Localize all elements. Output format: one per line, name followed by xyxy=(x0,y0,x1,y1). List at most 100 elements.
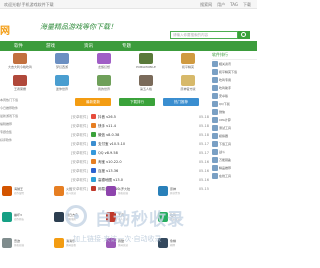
item-name[interactable]: 高德地图 v13.0 xyxy=(98,178,123,183)
tab-label: 热门推荐 xyxy=(174,100,188,104)
module-card[interactable]: 龙族幻想 xyxy=(84,51,124,73)
sidebar-item[interactable]: 模拟器 xyxy=(212,132,257,140)
module-thumbnail xyxy=(55,75,69,86)
tab-bar: 最新更新 下载排行 热门推荐 xyxy=(75,98,209,106)
sidebar-item[interactable]: 相关资讯 xyxy=(212,60,257,68)
app-icon xyxy=(91,141,96,146)
module-thumbnail xyxy=(13,53,27,64)
left-list-item[interactable]: 最新游戏下载 xyxy=(0,114,70,122)
list-item[interactable]: [安卓软件] 百度 v13.36 05-16 xyxy=(71,167,209,176)
app-icon xyxy=(91,177,96,182)
module-label: PUBGMOBILE xyxy=(136,65,156,69)
sidebar-item[interactable]: 测试工具 xyxy=(212,124,257,132)
sidebar-item[interactable]: 下载工具 xyxy=(212,140,257,148)
list-item[interactable]: [安卓软件] 支付宝 v10.5.10 05-17 xyxy=(71,140,209,149)
app-icon xyxy=(91,114,96,119)
module-card[interactable]: 和平精英 xyxy=(168,51,208,73)
list-item[interactable]: [安卓软件] 淘宝 v10.22.0 05-16 xyxy=(71,158,209,167)
sidebar-item[interactable]: 战斗 xyxy=(212,148,257,156)
module-thumbnail xyxy=(181,53,195,64)
module-card[interactable]: PUBGMOBILE xyxy=(126,51,166,73)
list-item[interactable]: [安卓软件] QQ v8.9.58 05-17 xyxy=(71,149,209,158)
welcome-text: 欢迎光临!手机游戏软件下载 xyxy=(4,2,54,7)
module-thumbnail xyxy=(139,75,153,86)
sidebar-item[interactable]: 万能钥匙 xyxy=(212,156,257,164)
search-icon xyxy=(241,32,246,37)
tab-recommend[interactable]: 热门推荐 xyxy=(163,98,199,106)
app-desc: 动作射击 xyxy=(14,218,25,221)
sidebar-thumbnail-icon xyxy=(212,77,218,83)
left-list-item[interactable]: 好评软件 xyxy=(0,138,70,146)
tab-latest[interactable]: 最新更新 xyxy=(75,98,111,106)
app-card[interactable]: 崩坏3 动作射击 xyxy=(0,211,40,231)
sidebar-item[interactable]: 精品推荐 xyxy=(212,164,257,172)
sidebar-item[interactable]: 微信 xyxy=(212,108,257,116)
app-card[interactable]: 奇迹 角色扮演 xyxy=(0,237,40,257)
sidebar-item[interactable]: 在线工具 xyxy=(212,172,257,180)
left-list-item[interactable]: 本周热门下载 xyxy=(0,98,70,106)
app-card[interactable]: 斗罗大陆 角色扮演 xyxy=(104,185,144,205)
item-date: 05-18 xyxy=(198,124,209,128)
item-name[interactable]: 支付宝 v10.5.10 xyxy=(98,142,125,147)
app-desc: 开放世界 xyxy=(170,192,181,195)
sidebar-item[interactable]: 吃鸡助手 xyxy=(212,84,257,92)
list-item[interactable]: [安卓软件] 微信 v8.0.38 05-18 xyxy=(71,131,209,140)
sidebar-item[interactable]: QQ下载 xyxy=(212,100,257,108)
app-desc: 格斗竞技 xyxy=(66,192,77,195)
item-name[interactable]: 淘宝 v10.22.0 xyxy=(98,160,122,165)
module-label: 原神官方版 xyxy=(180,87,196,91)
nav-item-topics[interactable]: 专题 xyxy=(122,43,131,49)
sidebar-title: 软件排行 xyxy=(212,51,257,60)
top-link[interactable]: 搜索网 xyxy=(200,2,212,8)
module-card[interactable]: 大吉大利今晚吃鸡 xyxy=(0,51,40,73)
app-icon xyxy=(54,212,64,222)
list-item[interactable]: [安卓软件] 抖音 v26.5 05-18 xyxy=(71,113,209,122)
nav-item-software[interactable]: 软件 xyxy=(14,43,23,49)
tab-label: 下载排行 xyxy=(130,100,144,104)
module-thumbnail xyxy=(139,53,153,64)
nav-item-games[interactable]: 游戏 xyxy=(46,43,55,49)
sidebar-item[interactable]: 安卓版 xyxy=(212,92,257,100)
item-date: 05-18 xyxy=(198,133,209,137)
left-list-item[interactable]: 专题合集 xyxy=(0,130,70,138)
top-link[interactable]: 下载 xyxy=(243,2,251,8)
item-name[interactable]: 抖音 v26.5 xyxy=(98,115,116,120)
module-label: 我的世界 xyxy=(97,87,110,91)
left-list-item[interactable]: 编辑推荐 xyxy=(0,122,70,130)
search-input[interactable]: 请输入你要搜索的内容 xyxy=(170,31,238,39)
item-name[interactable]: QQ v8.9.58 xyxy=(98,151,118,155)
sidebar-item[interactable]: 吃鸡专用 xyxy=(212,76,257,84)
module-card[interactable]: 我的世界 xyxy=(84,73,124,95)
app-card[interactable]: 火影 格斗竞技 xyxy=(52,185,92,205)
module-card[interactable]: 第五人格 xyxy=(126,73,166,95)
item-name[interactable]: 快手 v11.4 xyxy=(98,124,116,129)
tab-downloads[interactable]: 下载排行 xyxy=(119,98,155,106)
module-label: 龙族幻想 xyxy=(97,65,110,69)
app-icon xyxy=(91,159,96,164)
app-card[interactable]: 原神 开放世界 xyxy=(156,185,196,205)
module-card[interactable]: 原神官方版 xyxy=(168,73,208,95)
module-label: 迷你世界 xyxy=(55,87,68,91)
list-item[interactable]: [安卓软件] 高德地图 v13.0 05-16 xyxy=(71,176,209,185)
watermark-logo-icon xyxy=(65,205,91,227)
module-card[interactable]: 梦幻西游 xyxy=(42,51,82,73)
top-link[interactable]: TAG xyxy=(230,2,238,8)
left-list-item[interactable]: 今日推荐软件 xyxy=(0,106,70,114)
sidebar-item-label: 测试工具 xyxy=(219,126,232,130)
sidebar-item-label: 在线工具 xyxy=(219,174,232,178)
module-card[interactable]: 迷你世界 xyxy=(42,73,82,95)
sidebar-thumbnail-icon xyxy=(212,69,218,75)
item-name[interactable]: 百度 v13.36 xyxy=(98,169,118,174)
list-item[interactable]: [安卓软件] 快手 v11.4 05-18 xyxy=(71,122,209,131)
nav-item-news[interactable]: 资讯 xyxy=(84,43,93,49)
sidebar-thumbnail-icon xyxy=(212,85,218,91)
top-link[interactable]: 用户 xyxy=(217,2,225,8)
module-card[interactable]: 王者荣耀 xyxy=(0,73,40,95)
app-card[interactable]: 海贼王 动作冒险 xyxy=(0,185,40,205)
module-thumbnail xyxy=(97,53,111,64)
sidebar-item[interactable]: 和平精英下载 xyxy=(212,68,257,76)
sidebar-item[interactable]: CPA计算 xyxy=(212,116,257,124)
item-name[interactable]: 微信 v8.0.38 xyxy=(98,133,119,138)
site-logo[interactable]: 网 xyxy=(0,22,10,37)
search-button[interactable] xyxy=(238,31,250,39)
